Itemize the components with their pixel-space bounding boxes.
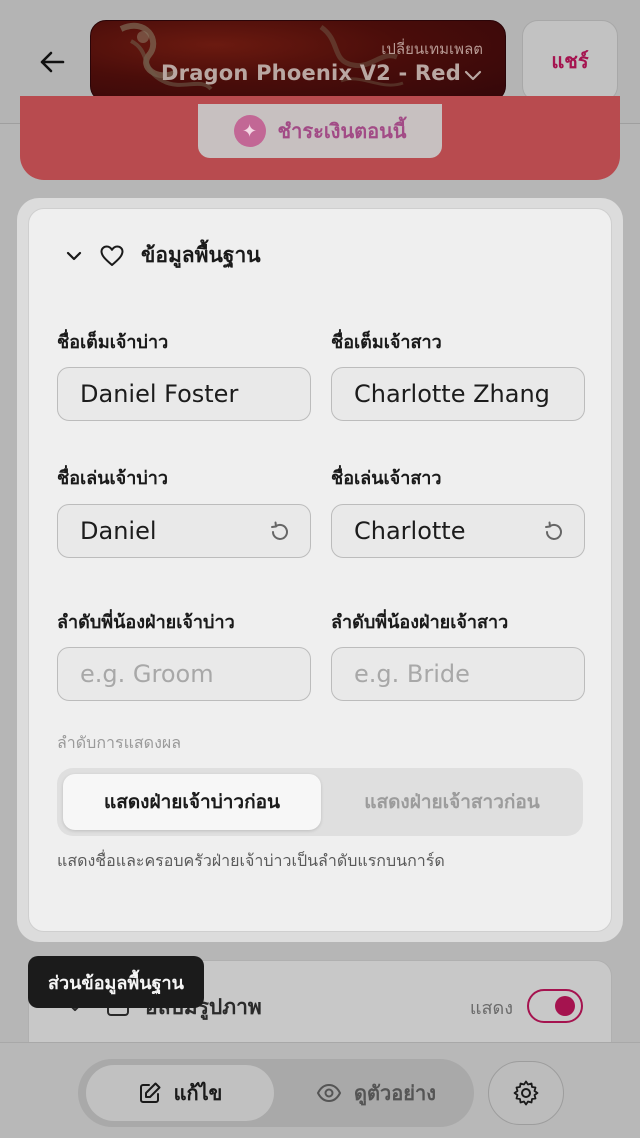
chevron-down-icon bbox=[464, 70, 482, 81]
groom-nickname-label: ชื่อเล่นเจ้าบ่าว bbox=[57, 468, 168, 489]
pay-now-button[interactable]: ✦ ชำระเงินตอนนี้ bbox=[198, 104, 442, 158]
bride-full-name-label: ชื่อเต็มเจ้าสาว bbox=[331, 332, 442, 353]
share-button[interactable]: แชร์ bbox=[522, 20, 618, 102]
edit-mode-button[interactable]: แก้ไข bbox=[86, 1065, 274, 1121]
heart-icon bbox=[100, 245, 124, 266]
bottom-bar: แก้ไข ดูตัวอย่าง bbox=[0, 1042, 640, 1138]
groom-full-name-label: ชื่อเต็มเจ้าบ่าว bbox=[57, 332, 169, 353]
edit-icon bbox=[139, 1082, 161, 1103]
eye-icon bbox=[316, 1083, 342, 1103]
template-name: Dragon Phoenix V2 - Red bbox=[161, 61, 461, 85]
bride-full-name-input[interactable]: Charlotte Zhang bbox=[331, 367, 585, 421]
settings-button[interactable] bbox=[488, 1061, 564, 1125]
bride-nickname-label: ชื่อเล่นเจ้าสาว bbox=[331, 468, 442, 489]
display-order-toggle: แสดงฝ่ายเจ้าบ่าวก่อน แสดงฝ่ายเจ้าสาวก่อน bbox=[57, 768, 583, 836]
bride-sibling-label: ลำดับพี่น้องฝ่ายเจ้าสาว bbox=[331, 612, 509, 633]
preview-mode-button[interactable]: ดูตัวอย่าง bbox=[286, 1065, 466, 1121]
bride-first-option[interactable]: แสดงฝ่ายเจ้าสาวก่อน bbox=[327, 774, 577, 830]
groom-full-name-input[interactable]: Daniel Foster bbox=[57, 367, 311, 421]
bride-nickname-input[interactable]: Charlotte bbox=[331, 504, 585, 558]
groom-first-option[interactable]: แสดงฝ่ายเจ้าบ่าวก่อน bbox=[63, 774, 321, 830]
reset-icon[interactable] bbox=[268, 520, 292, 544]
gear-icon bbox=[513, 1080, 539, 1106]
groom-full-name-value: Daniel Foster bbox=[80, 380, 239, 408]
bride-nickname-value: Charlotte bbox=[354, 517, 466, 545]
back-button[interactable] bbox=[32, 42, 72, 82]
bride-full-name-value: Charlotte Zhang bbox=[354, 380, 550, 408]
sparkle-icon: ✦ bbox=[233, 115, 266, 147]
groom-nickname-value: Daniel bbox=[80, 517, 157, 545]
display-order-label: ลำดับการแสดงผล bbox=[57, 733, 182, 752]
mode-switch: แก้ไข ดูตัวอย่าง bbox=[78, 1059, 474, 1127]
chevron-down-icon[interactable] bbox=[63, 245, 85, 267]
bride-sibling-placeholder: e.g. Bride bbox=[354, 660, 470, 688]
toggle-knob bbox=[555, 996, 575, 1016]
edit-label: แก้ไข bbox=[173, 1081, 223, 1105]
show-label: แสดง bbox=[469, 998, 513, 1019]
bride-sibling-input[interactable]: e.g. Bride bbox=[331, 647, 585, 701]
groom-sibling-placeholder: e.g. Groom bbox=[80, 660, 214, 688]
reset-icon[interactable] bbox=[542, 520, 566, 544]
groom-nickname-input[interactable]: Daniel bbox=[57, 504, 311, 558]
groom-sibling-label: ลำดับพี่น้องฝ่ายเจ้าบ่าว bbox=[57, 612, 235, 633]
display-order-help: แสดงชื่อและครอบครัวฝ่ายเจ้าบ่าวเป็นลำดับ… bbox=[57, 851, 445, 870]
basic-info-card: ข้อมูลพื้นฐาน ชื่อเต็มเจ้าบ่าว ชื่อเต็มเ… bbox=[28, 208, 612, 932]
arrow-left-icon bbox=[40, 51, 65, 73]
section-title: ข้อมูลพื้นฐาน bbox=[141, 243, 261, 267]
section-header[interactable]: ข้อมูลพื้นฐาน bbox=[63, 239, 261, 272]
show-toggle[interactable] bbox=[527, 989, 583, 1023]
section-tooltip: ส่วนข้อมูลพื้นฐาน bbox=[28, 956, 204, 1008]
template-change-label: เปลี่ยนเทมเพลต bbox=[381, 40, 483, 58]
groom-sibling-input[interactable]: e.g. Groom bbox=[57, 647, 311, 701]
preview-label: ดูตัวอย่าง bbox=[354, 1081, 436, 1105]
pay-now-label: ชำระเงินตอนนี้ bbox=[277, 119, 407, 143]
template-selector[interactable]: เปลี่ยนเทมเพลต Dragon Phoenix V2 - Red bbox=[90, 20, 506, 102]
